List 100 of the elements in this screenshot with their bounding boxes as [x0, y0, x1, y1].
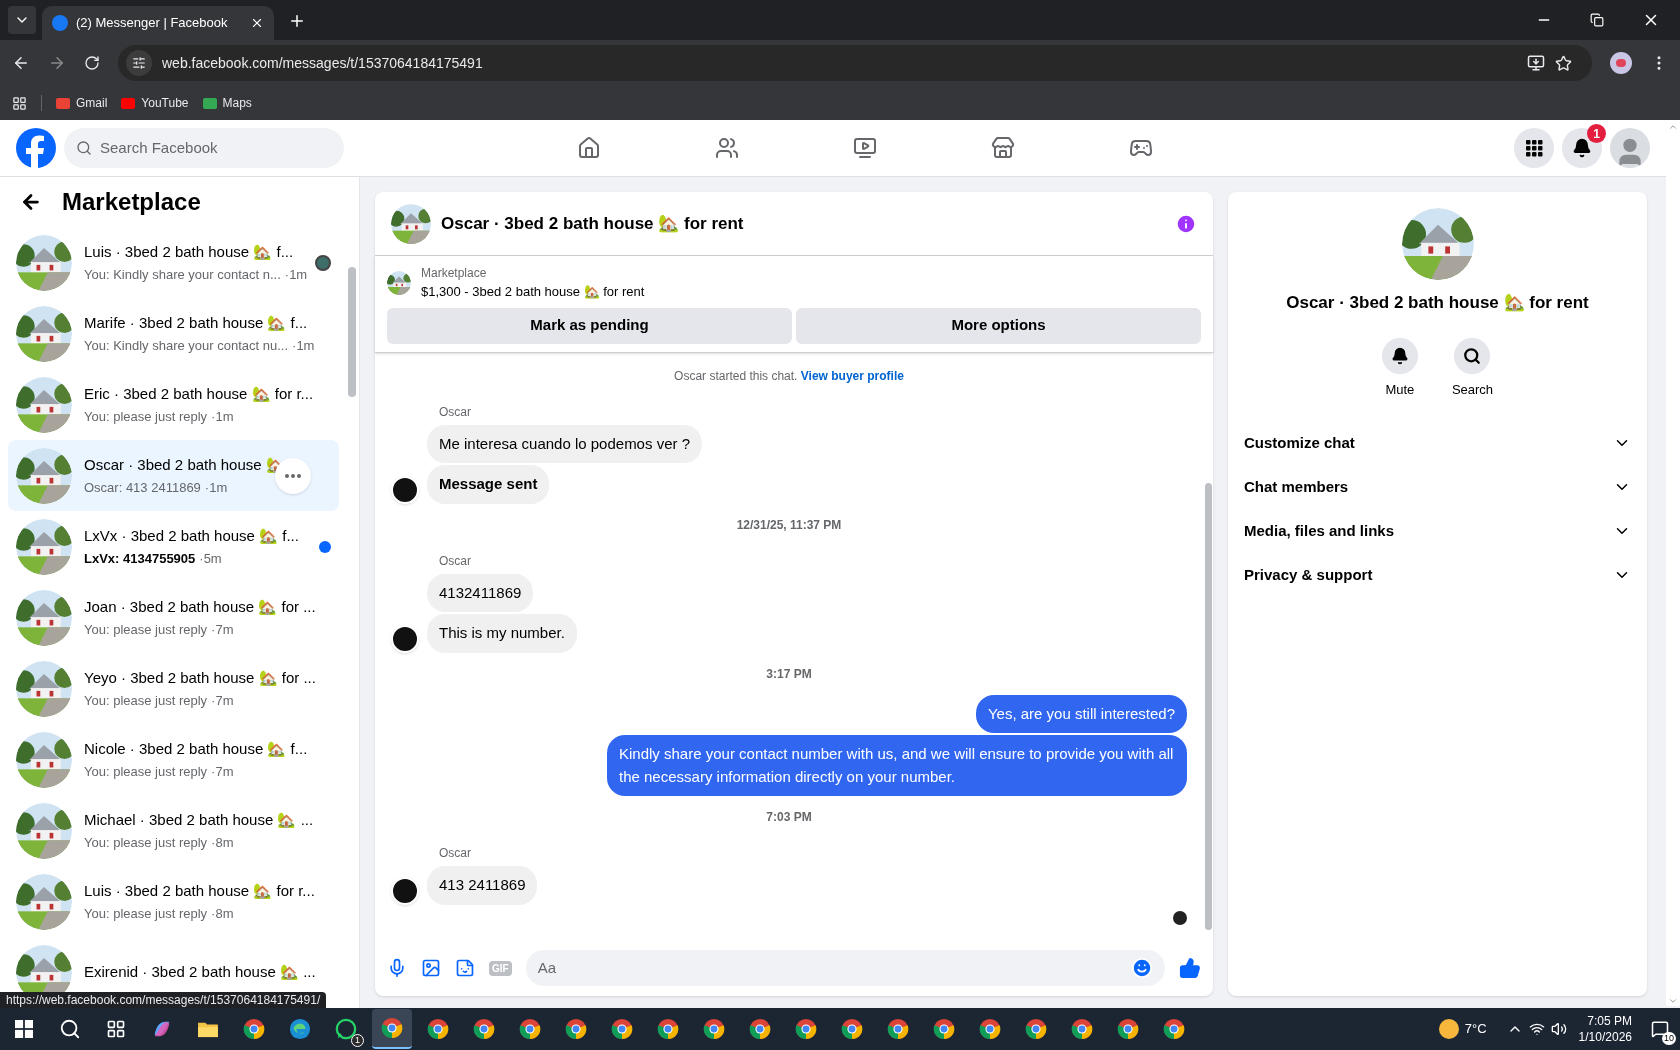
conversation-title: Eric · 3bed 2 bath house 🏡 for r... — [84, 383, 315, 404]
sidebar-title: Marketplace — [62, 187, 201, 217]
details-section[interactable]: Privacy & support — [1244, 553, 1631, 597]
scrollbar[interactable] — [1666, 122, 1680, 1006]
info-icon[interactable] — [1175, 212, 1197, 235]
chat-notice: Oscar started this chat. View buyer profile — [674, 367, 904, 385]
reload-icon[interactable] — [84, 55, 100, 71]
bookmark-link[interactable]: Gmail — [56, 94, 108, 112]
conversation-title: Marife · 3bed 2 bath house 🏡 f... — [84, 312, 309, 333]
bookmark-link[interactable]: YouTube — [121, 94, 189, 112]
chrome-icon[interactable] — [372, 1009, 412, 1049]
new-tab-icon[interactable] — [288, 12, 306, 30]
profile-avatar[interactable] — [1610, 52, 1632, 74]
whatsapp-button[interactable]: 1 — [326, 1009, 366, 1049]
back-icon[interactable] — [20, 191, 42, 213]
notification-center[interactable]: 10 — [1644, 1013, 1676, 1045]
weather-icon — [1438, 1019, 1459, 1039]
message-bubble: Kindly share your contact number with us, and we will ensure to provide you with all the necessary information directly on your number. — [607, 735, 1187, 796]
whatsapp-icon — [335, 1018, 357, 1040]
action-button[interactable]: Mark as pending — [387, 307, 792, 344]
conversation-title: Yeyo · 3bed 2 bath house 🏡 for ... — [84, 667, 317, 688]
status-tooltip: https://web.facebook.com/messages/t/1537064184175491/ — [0, 992, 327, 1008]
seen-avatar — [1173, 910, 1187, 925]
bell-icon — [1390, 346, 1409, 365]
conversation-item[interactable]: Joan · 3bed 2 bath house 🏡 for ... You: please just reply ·7m — [8, 582, 339, 653]
grid-icon — [1525, 139, 1543, 157]
microphone-icon[interactable] — [387, 958, 407, 978]
clock[interactable]: 7:05 PM 1/10/2026 — [1572, 1013, 1638, 1045]
conversation-item[interactable]: Yeyo · 3bed 2 bath house 🏡 for ... You: please just reply ·7m — [8, 653, 339, 724]
emoji-icon[interactable] — [1131, 957, 1153, 979]
conversation-item[interactable]: Luis · 3bed 2 bath house 🏡 for r... You: please just reply ·8m — [8, 866, 339, 937]
search-field[interactable]: Search Facebook — [100, 136, 332, 160]
details-section[interactable]: Customize chat — [1244, 421, 1631, 465]
conversation-title: Exirenid · 3bed 2 bath house 🏡 ... — [84, 962, 317, 983]
facebook-favicon-icon — [52, 15, 68, 31]
bookmark-link[interactable]: Maps — [202, 94, 252, 112]
action-button[interactable]: More options — [796, 307, 1201, 344]
message-preview: You: please just reply — [84, 834, 208, 852]
conversation-title: Nicole · 3bed 2 bath house 🏡 f... — [84, 738, 309, 759]
message-time: ·1m — [211, 408, 234, 426]
message-bubble: Message sent — [427, 465, 550, 504]
apps-grid-icon[interactable] — [12, 95, 27, 111]
install-icon[interactable] — [1527, 54, 1545, 72]
conversation-item[interactable]: Luis · 3bed 2 bath house 🏡 f... You: Kindly share your contact n... ·1m — [8, 227, 339, 298]
details-section[interactable]: Media, files and links — [1244, 509, 1631, 553]
site-settings-button[interactable] — [126, 50, 152, 76]
conversation-item[interactable]: Nicole · 3bed 2 bath house 🏡 f... You: please just reply ·7m — [8, 724, 339, 795]
scroll-up-icon — [1668, 122, 1678, 132]
image-icon[interactable] — [421, 958, 441, 978]
search-icon — [1463, 346, 1482, 365]
restore-icon[interactable] — [1590, 13, 1604, 27]
message-preview: You: please just reply — [84, 692, 208, 710]
tab-title: (2) Messenger | Facebook — [76, 14, 229, 33]
conversation-title: Luis · 3bed 2 bath house 🏡 for r... — [84, 880, 316, 901]
message-preview: You: please just reply — [84, 763, 208, 781]
buyer-profile-link[interactable]: View buyer profile — [800, 368, 904, 383]
facebook-logo[interactable] — [16, 128, 56, 168]
timestamp: 3:17 PM — [766, 665, 812, 683]
sticker-icon[interactable] — [455, 958, 475, 978]
conversation-item[interactable]: Marife · 3bed 2 bath house 🏡 f... You: Kindly share your contact nu... ·1m — [8, 298, 339, 369]
conversation-item[interactable]: LxVx · 3bed 2 bath house 🏡 f... LxVx: 4134755905 ·5m — [8, 511, 339, 582]
back-icon[interactable] — [12, 54, 30, 72]
timestamp: 12/31/25, 11:37 PM — [736, 516, 842, 534]
conversation-item[interactable]: Eric · 3bed 2 bath house 🏡 for r... You: please just reply ·1m — [8, 369, 339, 440]
tab-list-button[interactable] — [8, 6, 36, 34]
wifi-icon[interactable] — [1528, 1021, 1545, 1037]
sliders-icon — [132, 56, 146, 70]
listing-summary: $1,300 - 3bed 2 bath house 🏡 for rent — [421, 283, 645, 301]
notification-badge: 1 — [1587, 124, 1606, 143]
message-bubble: Me interesa cuando lo podemos ver ? — [427, 424, 702, 463]
menu-grid-button[interactable] — [1514, 128, 1554, 168]
bookmark-star-icon[interactable] — [1555, 54, 1572, 72]
details-section[interactable]: Chat members — [1244, 465, 1631, 509]
account-avatar[interactable] — [1610, 128, 1650, 168]
message-field[interactable]: Aa — [537, 956, 1131, 980]
message-bubble: 4132411869 — [427, 573, 534, 612]
message-preview: Oscar: 413 2411869 — [84, 479, 201, 497]
message-time: ·5m — [199, 550, 222, 568]
badge-count: 1 — [351, 1034, 364, 1047]
search-bar[interactable]: Search Facebook — [64, 128, 344, 168]
message-time: ·1m — [204, 479, 228, 497]
close-icon[interactable] — [250, 16, 264, 30]
sender-name: Oscar — [439, 846, 471, 860]
conversation-title: LxVx · 3bed 2 bath house 🏡 f... — [84, 525, 300, 546]
message-bar[interactable]: Aa — [525, 950, 1165, 986]
conversation-title: Joan · 3bed 2 bath house 🏡 for ... — [84, 596, 317, 617]
like-icon[interactable] — [1179, 957, 1201, 979]
browser-tab[interactable]: (2) Messenger | Facebook — [42, 6, 274, 40]
message-preview: LxVx: 4134755905 — [84, 550, 196, 568]
search-icon — [76, 140, 92, 156]
sender-name: Oscar — [439, 404, 471, 419]
conversation-item[interactable]: Michael · 3bed 2 bath house 🏡 ... You: please just reply ·8m — [8, 795, 339, 866]
volume-icon[interactable] — [1550, 1021, 1567, 1037]
message-bubble: This is my number. — [427, 614, 577, 653]
address-bar[interactable]: web.facebook.com/messages/t/1537064184175491 — [118, 45, 1592, 81]
conversation-title: Luis · 3bed 2 bath house 🏡 f... — [84, 241, 295, 262]
message-time: ·7m — [211, 621, 234, 639]
message-time: ·1m — [292, 337, 315, 355]
timestamp: 7:03 PM — [766, 809, 812, 826]
forward-icon[interactable] — [48, 54, 66, 72]
